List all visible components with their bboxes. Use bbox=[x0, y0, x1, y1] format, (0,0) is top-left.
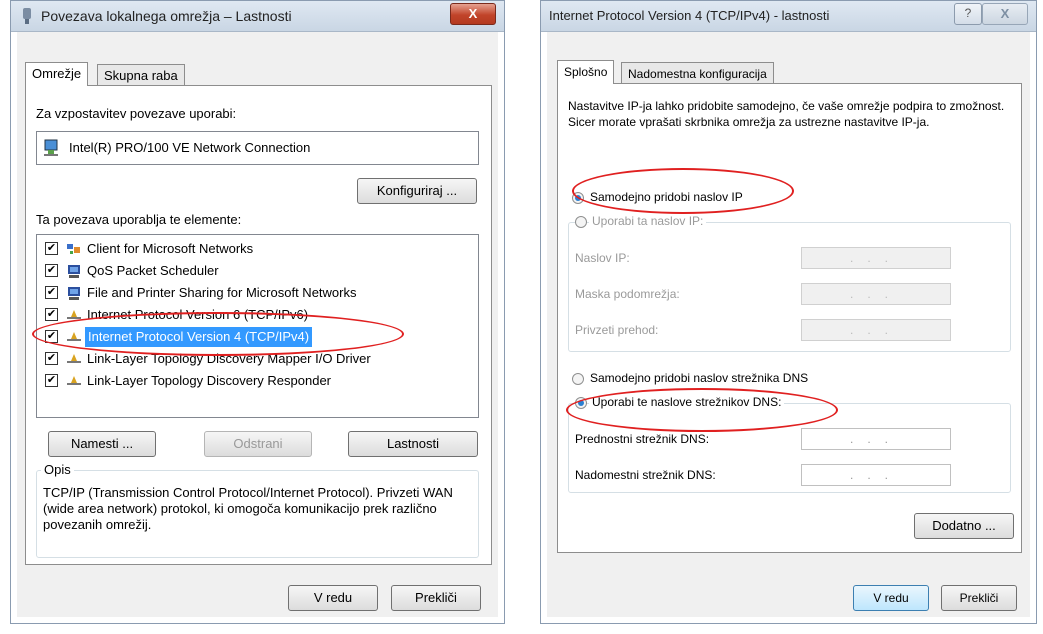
item-label: Internet Protocol Version 6 (TCP/IPv6) bbox=[87, 307, 309, 322]
checkbox[interactable]: ✔ bbox=[45, 286, 58, 299]
local-area-connection-properties-dialog: Povezava lokalnega omrežja – Lastnosti X… bbox=[10, 0, 505, 624]
ok-button[interactable]: V redu bbox=[288, 585, 378, 611]
use-dns-radio[interactable] bbox=[575, 397, 587, 409]
auto-ip-label[interactable]: Samodejno pridobi naslov IP bbox=[590, 190, 743, 204]
item-label: Client for Microsoft Networks bbox=[87, 241, 254, 256]
configure-button[interactable]: Konfiguriraj ... bbox=[357, 178, 477, 204]
close-button[interactable]: X bbox=[982, 3, 1028, 25]
dns-group: Uporabi te naslove strežnikov DNS: Predn… bbox=[568, 395, 1011, 493]
window-title: Povezava lokalnega omrežja – Lastnosti bbox=[41, 8, 292, 24]
connect-using-label: Za vzpostavitev povezave uporabi: bbox=[36, 106, 237, 121]
preferred-dns-label: Prednostni strežnik DNS: bbox=[575, 432, 710, 446]
auto-dns-radio[interactable] bbox=[572, 373, 584, 385]
item-label: Internet Protocol Version 4 (TCP/IPv4) bbox=[85, 327, 313, 347]
checkbox[interactable]: ✔ bbox=[45, 374, 58, 387]
description-group: Opis TCP/IP (Transmission Control Protoc… bbox=[36, 462, 479, 558]
checkbox[interactable]: ✔ bbox=[45, 308, 58, 321]
item-label: Link-Layer Topology Discovery Mapper I/O… bbox=[87, 351, 371, 366]
alternate-dns-field[interactable]: ... bbox=[801, 464, 951, 486]
general-tab-panel: Nastavitve IP-ja lahko pridobite samodej… bbox=[557, 83, 1022, 553]
use-ip-radio[interactable] bbox=[575, 216, 587, 228]
item-label: QoS Packet Scheduler bbox=[87, 263, 219, 278]
auto-ip-radio[interactable] bbox=[572, 192, 584, 204]
cancel-button[interactable]: Prekliči bbox=[941, 585, 1017, 611]
file-printer-sharing-icon bbox=[68, 287, 80, 300]
alternate-dns-label: Nadomestni strežnik DNS: bbox=[575, 468, 716, 482]
protocol-icon bbox=[67, 332, 81, 341]
client-icon bbox=[67, 244, 80, 254]
dialog-client-area: Omrežje Skupna raba Za vzpostavitev pove… bbox=[17, 32, 498, 617]
use-ip-label[interactable]: Uporabi ta naslov IP: bbox=[589, 214, 707, 228]
adapter-box: Intel(R) PRO/100 VE Network Connection bbox=[36, 131, 479, 165]
network-tab-panel: Za vzpostavitev povezave uporabi: Intel(… bbox=[25, 85, 492, 565]
tab-network[interactable]: Omrežje bbox=[25, 62, 89, 86]
items-label: Ta povezava uporablja te elemente: bbox=[36, 212, 242, 227]
description-title: Opis bbox=[41, 462, 74, 477]
intro-text: Nastavitve IP-ja lahko pridobite samodej… bbox=[568, 99, 1005, 129]
cancel-button[interactable]: Prekliči bbox=[391, 585, 481, 611]
use-dns-label[interactable]: Uporabi te naslove strežnikov DNS: bbox=[589, 395, 785, 409]
tab-sharing[interactable]: Skupna raba bbox=[97, 64, 185, 86]
ip-address-field[interactable]: ... bbox=[801, 247, 951, 269]
preferred-dns-field[interactable]: ... bbox=[801, 428, 951, 450]
help-button[interactable]: ? bbox=[954, 3, 982, 25]
description-text: TCP/IP (Transmission Control Protocol/In… bbox=[43, 485, 453, 532]
install-button[interactable]: Namesti ... bbox=[48, 431, 156, 457]
network-card-icon bbox=[44, 139, 58, 156]
item-label: File and Printer Sharing for Microsoft N… bbox=[87, 285, 357, 300]
protocol-icon bbox=[67, 354, 81, 363]
adapter-name: Intel(R) PRO/100 VE Network Connection bbox=[69, 140, 311, 155]
default-gateway-field[interactable]: ... bbox=[801, 319, 951, 341]
dialog-client-area: Splošno Nadomestna konfiguracija Nastavi… bbox=[547, 32, 1030, 617]
uninstall-button[interactable]: Odstrani bbox=[204, 431, 312, 457]
checkbox[interactable]: ✔ bbox=[45, 264, 58, 277]
protocol-icon bbox=[67, 310, 81, 319]
ok-button[interactable]: V redu bbox=[853, 585, 929, 611]
checkbox[interactable]: ✔ bbox=[45, 352, 58, 365]
components-list[interactable]: ✔ Client for Microsoft Networks ✔ QoS Pa… bbox=[36, 234, 479, 418]
tab-general[interactable]: Splošno bbox=[557, 60, 615, 84]
subnet-mask-label: Maska podomrežja: bbox=[575, 287, 680, 301]
subnet-mask-field[interactable]: ... bbox=[801, 283, 951, 305]
network-adapter-icon bbox=[23, 8, 31, 24]
checkbox[interactable]: ✔ bbox=[45, 330, 58, 343]
ip-address-label: Naslov IP: bbox=[575, 251, 630, 265]
tab-alternate-configuration[interactable]: Nadomestna konfiguracija bbox=[621, 62, 774, 84]
title-bar: Povezava lokalnega omrežja – Lastnosti X bbox=[11, 1, 504, 32]
advanced-button[interactable]: Dodatno ... bbox=[914, 513, 1014, 539]
default-gateway-label: Privzeti prehod: bbox=[575, 323, 659, 337]
close-button[interactable]: X bbox=[450, 3, 496, 25]
scheduler-icon bbox=[68, 265, 80, 278]
auto-dns-label[interactable]: Samodejno pridobi naslov strežnika DNS bbox=[590, 371, 808, 385]
title-bar: Internet Protocol Version 4 (TCP/IPv4) -… bbox=[541, 1, 1036, 32]
window-title: Internet Protocol Version 4 (TCP/IPv4) -… bbox=[549, 8, 830, 23]
properties-button[interactable]: Lastnosti bbox=[348, 431, 478, 457]
protocol-icon bbox=[67, 376, 81, 385]
ipv4-properties-dialog: Internet Protocol Version 4 (TCP/IPv4) -… bbox=[540, 0, 1037, 624]
item-label: Link-Layer Topology Discovery Responder bbox=[87, 373, 331, 388]
ip-address-group: Uporabi ta naslov IP: Naslov IP: ... Mas… bbox=[568, 214, 1011, 352]
checkbox[interactable]: ✔ bbox=[45, 242, 58, 255]
